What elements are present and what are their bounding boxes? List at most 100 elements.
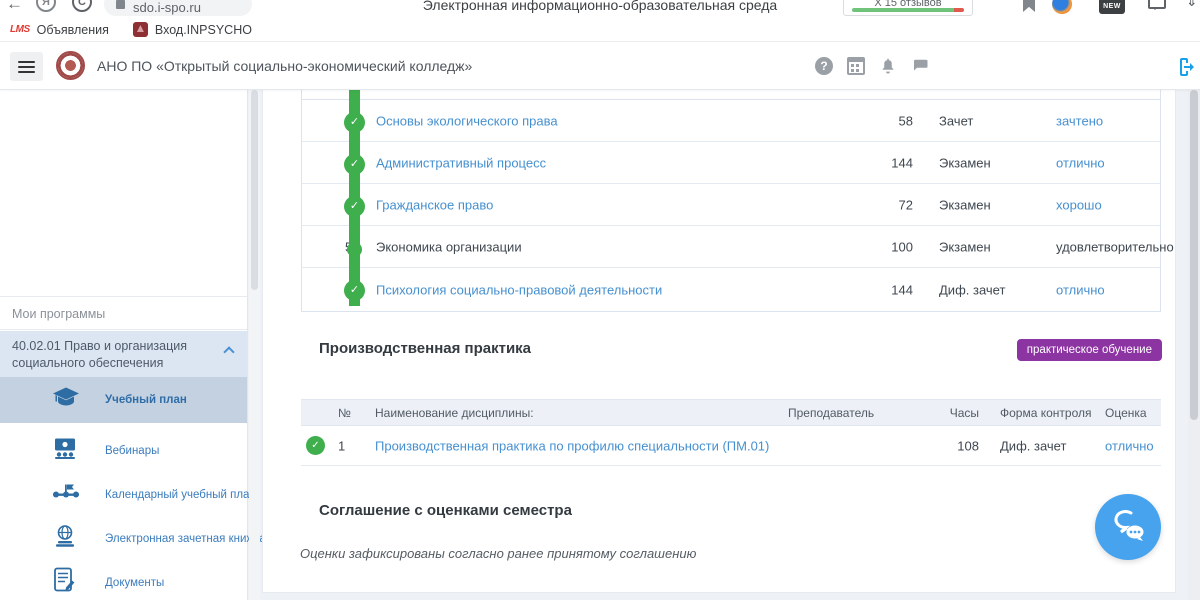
discipline-link[interactable]: Психология социально-правовой деятельнос… [376,282,662,297]
control-form: Диф. зачет [1000,438,1066,453]
practice-table: № Наименование дисциплины: Преподаватель… [301,399,1161,466]
sidebar-item-curriculum[interactable]: Учебный план [0,377,247,423]
control-form: Экзамен [939,239,991,254]
address-bar[interactable]: sdo.i-spo.ru [104,0,252,16]
globe-book-icon [52,525,78,554]
sidebar-item-gradebook[interactable]: Электронная зачетная книжка [0,517,247,561]
lock-icon [116,0,125,9]
semester-disciplines-table: ✓ ✓ ✓ ✓ 2 Основы экологического права 58… [301,90,1161,312]
sidebar-item-label: Электронная зачетная книжка [105,533,266,545]
hours: 58 [838,113,913,128]
control-form: Экзамен [939,197,991,212]
app-header: АНО ПО «Открытый социально-экономический… [0,42,1200,90]
grade: удовлетворительно [1056,239,1174,254]
messages-icon[interactable] [911,57,929,75]
sidebar-item-documents[interactable]: Документы [0,561,247,600]
notifications-bell-icon[interactable] [879,57,897,75]
page-scrollbar[interactable] [1188,90,1200,600]
document-pencil-icon [52,568,76,599]
page-title: Электронная информационно-образовательна… [423,0,777,13]
grade-link[interactable]: отлично [1056,282,1105,297]
table-row-partial [302,90,1160,100]
support-chat-button[interactable] [1095,494,1161,560]
sidebar-item-calendar-plan[interactable]: Календарный учебный план [0,473,247,517]
check-badge: ✓ [344,280,365,301]
hours: 144 [838,282,913,297]
emblem-icon [133,22,148,37]
sidebar-scrollbar[interactable] [249,90,260,600]
grade-link[interactable]: хорошо [1056,197,1102,212]
page-body: Мои программы 40.02.01 Право и организац… [0,90,1200,600]
download-icon[interactable]: ⇓ [1186,0,1198,10]
menu-toggle-button[interactable] [10,52,43,81]
discipline-link[interactable]: Гражданское право [376,197,493,212]
nav-circle-icon[interactable]: Я [36,0,56,12]
bookmark-icon[interactable] [1023,0,1035,12]
help-icon[interactable]: ? [815,57,833,75]
dot-badge [347,242,362,257]
check-badge: ✓ [306,436,325,455]
sidebar-item-label: Календарный учебный план [105,489,256,501]
col-header-num: № [338,406,351,420]
discipline-link[interactable]: Основы экологического права [376,113,558,128]
table-row: 5 Экономика организации 100 Экзамен удов… [302,226,1160,268]
calendar-icon[interactable] [847,57,865,75]
col-header-form: Форма контроля [1000,406,1092,420]
browser-toolbar: ← Я C sdo.i-spo.ru Электронная информаци… [0,0,1200,18]
agreement-note: Оценки зафиксированы согласно ранее прин… [300,546,696,561]
row-number: 1 [338,438,345,453]
url-text: sdo.i-spo.ru [133,0,201,15]
sidebar-item-label: Вебинары [105,445,159,457]
sidebar-item-label: Документы [105,577,164,589]
chat-extension-icon[interactable] [1148,0,1166,9]
col-header-grade: Оценка [1105,406,1147,420]
col-header-name: Наименование дисциплины: [375,406,534,420]
sidebar-item-label: Учебный план [105,394,187,406]
table-row: 6 Психология социально-правовой деятельн… [302,268,1160,311]
check-badge: ✓ [344,196,365,217]
practice-section-heading: Производственная практика [319,340,531,357]
sidebar: Мои программы 40.02.01 Право и организац… [0,90,248,600]
bookmark-label: Вход.INPSYCHO [155,23,252,37]
new-extension-badge[interactable]: NEW [1099,0,1125,14]
bookmarks-bar: LMS Объявления Вход.INPSYCHO [0,18,1200,42]
hours: 108 [919,438,979,453]
practice-type-badge[interactable]: практическое обучение [1017,339,1162,361]
control-form: Зачет [939,113,973,128]
org-title: АНО ПО «Открытый социально-экономический… [97,58,472,74]
extension-circle-icon[interactable] [1052,0,1072,14]
col-header-teacher: Преподаватель [788,406,874,420]
grade-link[interactable]: отлично [1105,438,1154,453]
discipline-name: Экономика организации [376,239,522,254]
hours: 72 [838,197,913,212]
bookmark-announcements[interactable]: LMS Объявления [10,23,109,37]
check-badge: ✓ [344,112,365,133]
reload-icon[interactable]: C [72,0,92,12]
lms-logo-icon: LMS [10,24,30,35]
bookmark-inpsycho[interactable]: Вход.INPSYCHO [119,22,252,37]
grade-link[interactable]: зачтено [1056,113,1103,128]
practice-table-header: № Наименование дисциплины: Преподаватель… [301,399,1161,426]
grade-link[interactable]: отлично [1056,155,1105,170]
col-header-hours: Часы [919,406,979,420]
timeline-flag-icon [52,483,80,508]
discipline-link[interactable]: Административный процесс [376,155,546,170]
college-logo [56,51,85,80]
hours: 100 [838,239,913,254]
bookmark-label: Объявления [37,23,109,37]
graduation-cap-icon [52,387,80,414]
sidebar-program-item[interactable]: 40.02.01 Право и организация социального… [0,331,247,377]
rating-extension-widget[interactable]: Х 15 отзывов [843,0,973,16]
control-form: Диф. зачет [939,282,1005,297]
logout-icon[interactable] [1172,55,1196,79]
check-badge: ✓ [344,154,365,175]
control-form: Экзамен [939,155,991,170]
main-content: ✓ ✓ ✓ ✓ 2 Основы экологического права 58… [262,90,1176,593]
sidebar-item-webinars[interactable]: Вебинары [0,429,247,473]
table-row: 2 Основы экологического права 58 Зачет з… [302,100,1160,142]
rating-bar [852,8,964,12]
back-icon[interactable]: ← [6,0,23,14]
practice-discipline-link[interactable]: Производственная практика по профилю спе… [375,438,769,453]
chevron-up-icon [223,346,234,357]
webinar-screen-icon [52,438,78,465]
